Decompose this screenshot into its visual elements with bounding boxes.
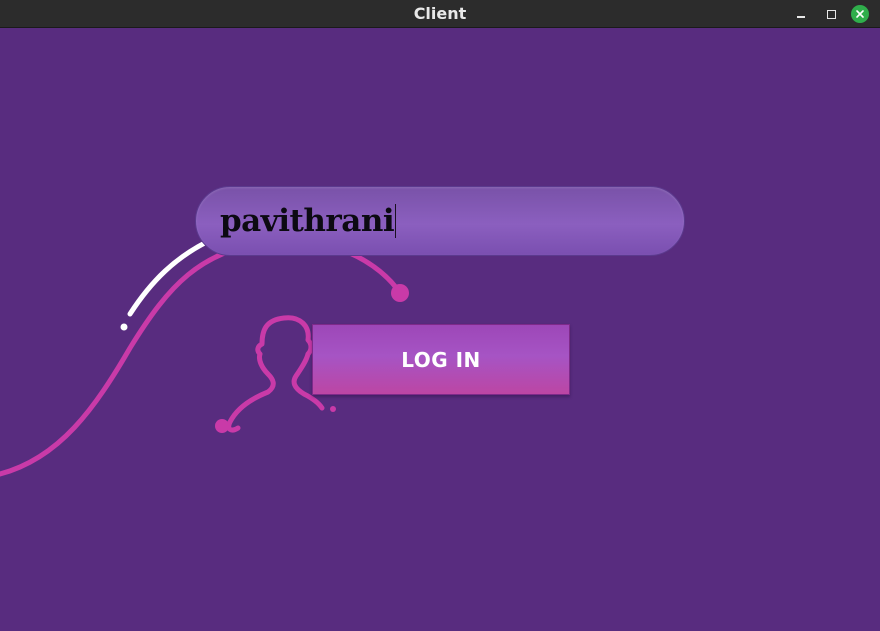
close-button[interactable] [851, 5, 869, 23]
login-button[interactable]: LOG IN [312, 324, 570, 395]
close-icon [856, 10, 864, 18]
username-input[interactable]: pavithrani [195, 186, 685, 256]
user-silhouette-icon [226, 315, 325, 433]
minimize-icon [797, 16, 805, 18]
window-titlebar: Client [0, 0, 880, 28]
username-input-value: pavithrani [220, 203, 395, 239]
silhouette-dot-right [330, 406, 336, 412]
text-caret [395, 204, 397, 238]
swoosh-end-dot [391, 284, 409, 302]
white-arc-dot [120, 323, 128, 331]
maximize-icon [826, 9, 836, 19]
login-screen: pavithrani LOG IN [0, 28, 880, 631]
window-title: Client [413, 4, 467, 23]
minimize-button[interactable] [792, 5, 810, 23]
maximize-button[interactable] [822, 5, 840, 23]
silhouette-dot-left [215, 419, 229, 433]
white-arc [127, 235, 218, 317]
